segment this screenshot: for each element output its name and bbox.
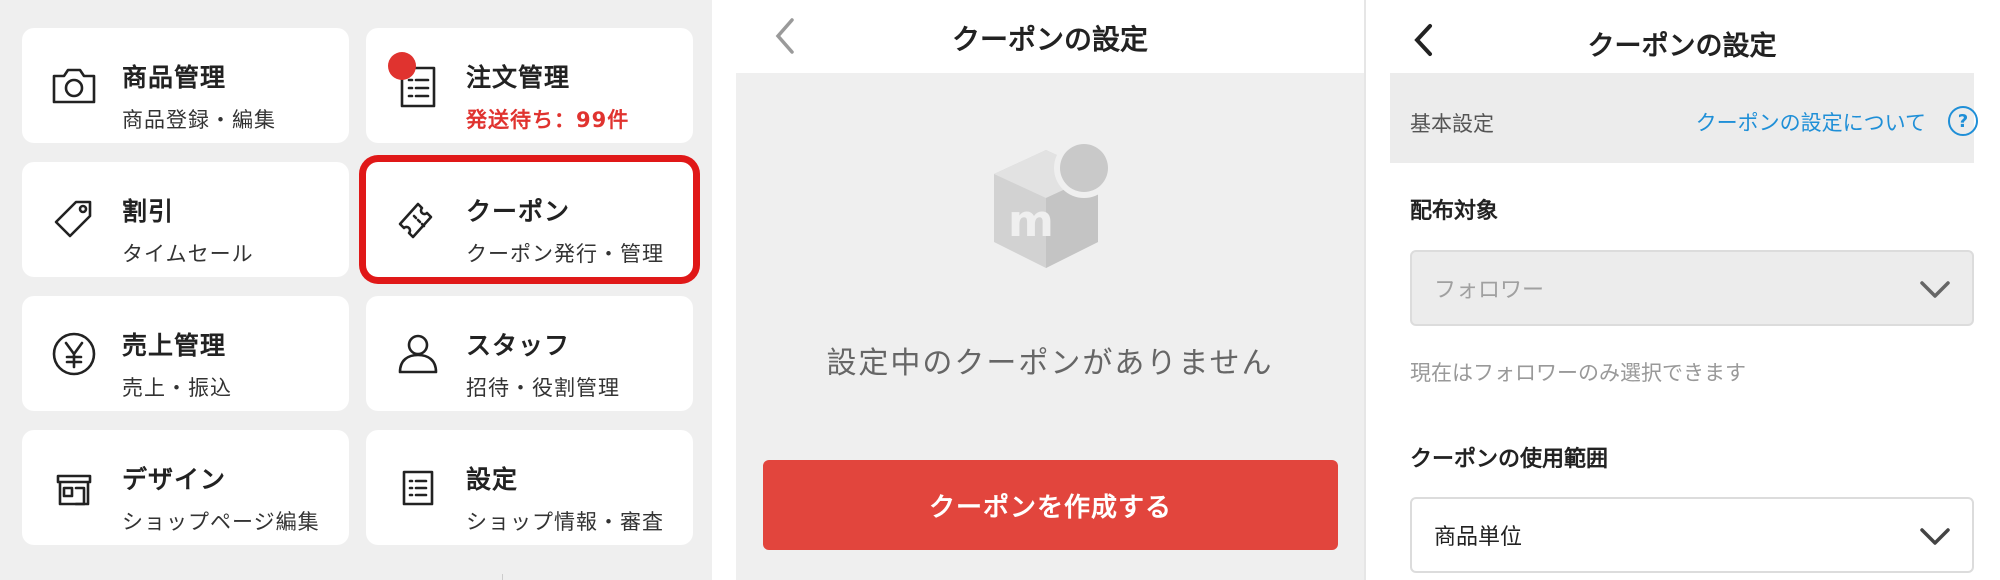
menu-item-title: 売上管理 bbox=[122, 331, 227, 360]
scope-select-value: 商品単位 bbox=[1434, 525, 1523, 550]
menu-item-title: 割引 bbox=[122, 197, 175, 226]
menu-item-staff[interactable]: スタッフ 招待・役割管理 bbox=[366, 296, 693, 411]
camera-icon bbox=[46, 58, 102, 114]
menu-item-discount[interactable]: 割引 タイムセール bbox=[22, 162, 349, 277]
svg-text:m: m bbox=[1008, 196, 1054, 247]
coupon-settings-panel: クーポンの設定 基本設定 クーポンの設定について ? 配布対象 フォロワー 現在… bbox=[1364, 0, 2000, 580]
settings-list-icon bbox=[390, 460, 446, 516]
menu-item-settings[interactable]: 設定 ショップ情報・審査 bbox=[366, 430, 693, 545]
menu-item-orders[interactable]: 注文管理 発送待ち：99件 bbox=[366, 28, 693, 143]
menu-item-title: 商品管理 bbox=[122, 63, 227, 92]
header-bar: クーポンの設定 bbox=[736, 0, 1364, 73]
coupon-help-link[interactable]: クーポンの設定について bbox=[1696, 107, 1926, 137]
menu-item-design[interactable]: デザイン ショップページ編集 bbox=[22, 430, 349, 545]
coupon-empty-panel: クーポンの設定 m 設定中のクーポンがありません クーポンを作成する bbox=[736, 0, 1364, 580]
menu-item-title: スタッフ bbox=[466, 331, 571, 360]
menu-item-title: デザイン bbox=[122, 465, 227, 494]
menu-item-subtitle: 招待・役割管理 bbox=[466, 376, 620, 400]
chevron-down-icon bbox=[1918, 523, 1952, 549]
menu-item-title: 設定 bbox=[466, 465, 519, 494]
menu-item-subtitle: ショップページ編集 bbox=[122, 510, 320, 534]
menu-item-title: 注文管理 bbox=[466, 63, 571, 92]
create-coupon-button[interactable]: クーポンを作成する bbox=[763, 460, 1338, 550]
menu-item-sales[interactable]: 売上管理 売上・振込 bbox=[22, 296, 349, 411]
target-label: 配布対象 bbox=[1410, 199, 1499, 224]
page-title: クーポンの設定 bbox=[1587, 31, 1777, 62]
section-title: 基本設定 bbox=[1410, 112, 1494, 136]
page-title: クーポンの設定 bbox=[951, 23, 1148, 56]
storefront-icon bbox=[46, 460, 102, 516]
menu-item-subtitle: クーポン発行・管理 bbox=[466, 242, 664, 266]
menu-item-products[interactable]: 商品管理 商品登録・編集 bbox=[22, 28, 349, 143]
menu-item-coupon[interactable]: クーポン クーポン発行・管理 bbox=[366, 162, 693, 277]
mercari-box-logo-icon: m bbox=[986, 130, 1116, 280]
chevron-down-icon bbox=[1918, 276, 1952, 302]
scope-select[interactable]: 商品単位 bbox=[1410, 497, 1974, 573]
panel-divider bbox=[1364, 0, 1366, 580]
notification-dot bbox=[388, 52, 416, 80]
target-select: フォロワー bbox=[1410, 250, 1974, 326]
tag-icon bbox=[46, 192, 102, 248]
yen-icon bbox=[46, 326, 102, 382]
pending-shipment-count: 発送待ち：99件 bbox=[466, 108, 630, 132]
target-select-value: フォロワー bbox=[1434, 278, 1545, 303]
menu-item-title: クーポン bbox=[466, 197, 571, 226]
divider bbox=[502, 574, 503, 580]
menu-item-subtitle: 売上・振込 bbox=[122, 376, 232, 400]
ticket-icon bbox=[390, 192, 446, 248]
menu-item-subtitle: タイムセール bbox=[122, 242, 254, 266]
scope-label: クーポンの使用範囲 bbox=[1410, 447, 1609, 472]
menu-item-subtitle: ショップ情報・審査 bbox=[466, 510, 664, 534]
target-note: 現在はフォロワーのみ選択できます bbox=[1410, 361, 1746, 385]
menu-item-subtitle: 商品登録・編集 bbox=[122, 108, 276, 132]
empty-state-message: 設定中のクーポンがありません bbox=[826, 346, 1274, 381]
person-icon bbox=[390, 326, 446, 382]
shop-menu-panel: 商品管理 商品登録・編集 注文管理 発送待ち：99件 割引 タイムセール クーポ… bbox=[0, 0, 712, 580]
help-icon[interactable]: ? bbox=[1948, 106, 1978, 136]
